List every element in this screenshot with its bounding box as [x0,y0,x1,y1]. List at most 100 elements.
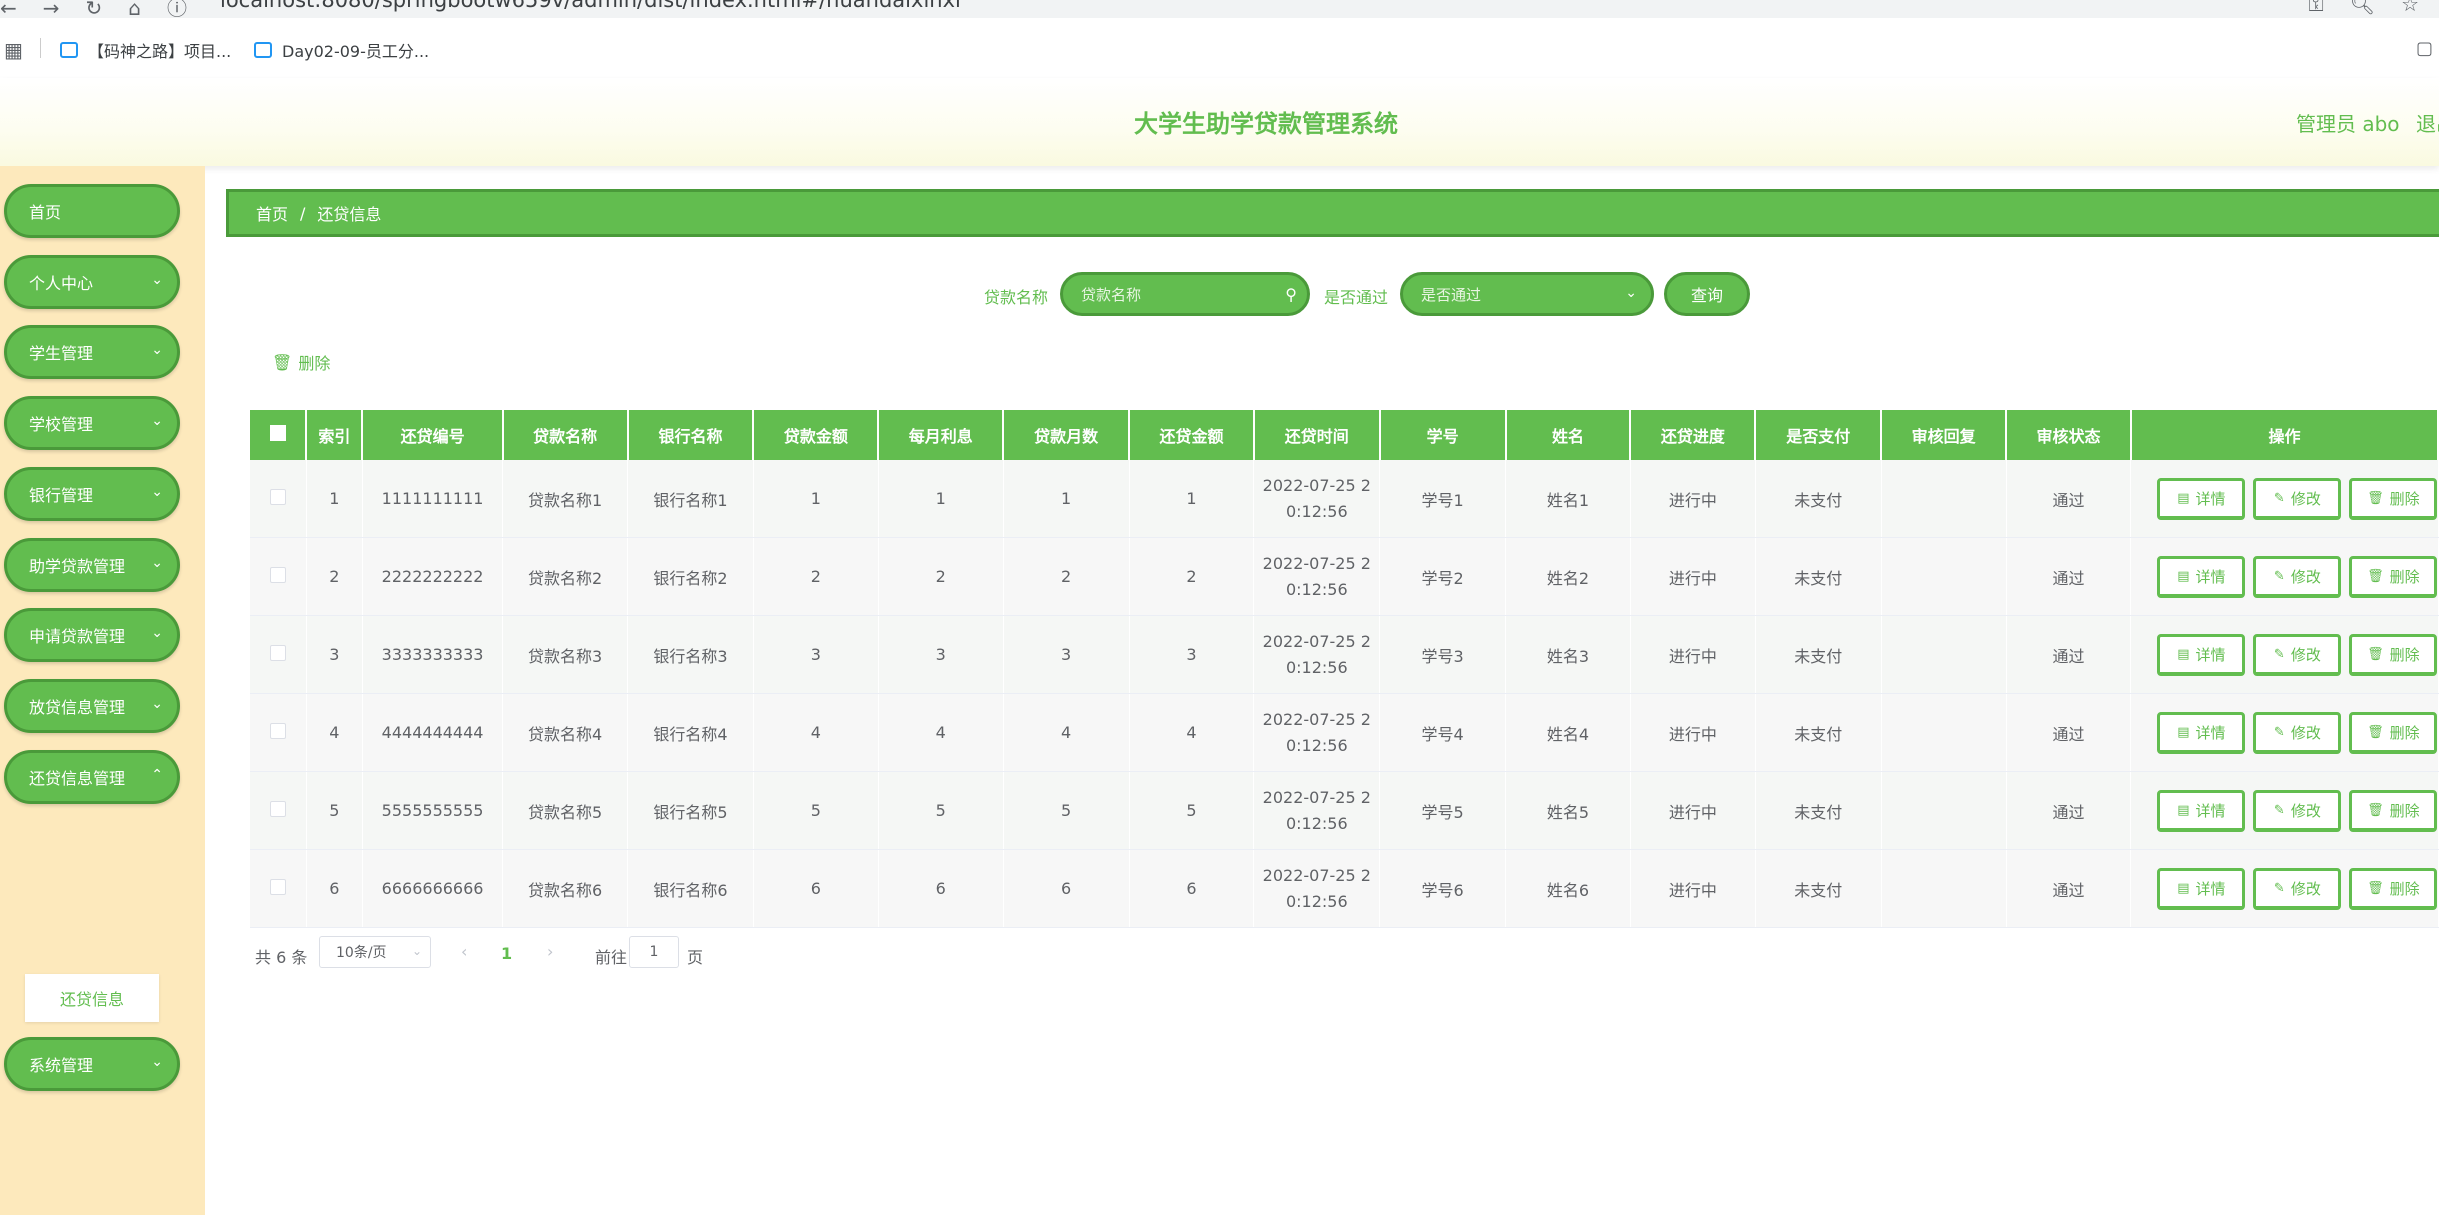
checkbox-icon[interactable] [269,722,286,739]
goto-label: 前往 [595,948,628,967]
edit-label: 修改 [2290,489,2321,508]
cell-repay-time: 2022-07-25 2 0:12:56 [1253,615,1381,694]
sidebar-item-students[interactable]: 学生管理 ⌄ [4,325,180,379]
key-icon[interactable]: ⚿ [2308,0,2323,16]
detail-button[interactable]: ▤ 详情 [2157,633,2246,676]
detail-button[interactable]: ▤ 详情 [2157,789,2246,832]
sidebar-item-personal[interactable]: 个人中心 ⌄ [4,255,180,309]
column-header: 审核状态 [2006,410,2132,460]
delete-button[interactable]: 🗑︎ 删除 [2349,711,2438,754]
delete-button[interactable]: 🗑︎ 删除 [2349,555,2438,598]
delete-button[interactable]: 🗑︎ 删除 [2349,633,2438,676]
prev-page-button[interactable]: ‹ [461,942,467,961]
approved-select[interactable]: 是否通过 ⌄ [1400,272,1654,316]
row-checkbox[interactable] [250,537,307,616]
detail-button[interactable]: ▤ 详情 [2157,477,2246,520]
reload-icon[interactable]: ↻ [86,0,103,20]
edit-button[interactable]: ✎ 修改 [2253,633,2342,676]
page-number[interactable]: 1 [501,944,512,963]
row-checkbox[interactable] [250,849,307,928]
cell-paid: 未支付 [1755,693,1882,772]
delete-button[interactable]: 🗑︎ 删除 [2349,789,2438,832]
forward-icon[interactable]: → [43,0,60,20]
checkbox-icon[interactable] [269,425,286,441]
breadcrumb-home[interactable]: 首页 [256,201,288,225]
edit-button[interactable]: ✎ 修改 [2253,477,2342,520]
checkbox-icon[interactable] [269,644,286,661]
row-checkbox[interactable] [250,693,307,772]
time-line: 0:12:56 [1285,735,1348,755]
detail-button[interactable]: ▤ 详情 [2157,555,2246,598]
checkbox-icon[interactable] [269,800,286,817]
checkbox-icon[interactable] [269,488,286,505]
checkbox-icon[interactable] [269,878,286,895]
sidebar-item-schools[interactable]: 学校管理 ⌄ [4,396,180,450]
trash-icon: 🗑︎ [2367,802,2384,818]
delete-button[interactable]: 🗑︎ 删除 [2349,477,2438,520]
cell-actions: ▤ 详情 ✎ 修改 🗑︎ 删除 [2130,693,2439,772]
loan-name-placeholder: 贷款名称 [1081,285,1142,304]
cell-student-no: 学号1 [1379,460,1507,538]
chevron-down-icon: ⌄ [151,413,163,429]
home-icon[interactable]: ⌂ [128,0,141,20]
bulk-delete-label: 删除 [298,354,331,373]
logout-link[interactable]: 退出登录 [2416,108,2439,137]
page-size-value: 10条/页 [336,945,387,961]
edit-label: 修改 [2290,723,2321,742]
detail-button[interactable]: ▤ 详情 [2157,711,2246,754]
sidebar-item-repayments[interactable]: 还贷信息管理 ⌃ [4,750,180,804]
cell-status: 通过 [2006,693,2132,772]
star-icon[interactable]: ☆ [2401,0,2419,16]
document-icon: ▤ [2177,646,2190,662]
bookmark-item[interactable]: 【码神之路】项目... [60,38,231,62]
loan-name-input[interactable]: 贷款名称 ⚲ [1060,272,1310,316]
sidebar-item-label: 还贷信息管理 [29,769,126,788]
edit-button[interactable]: ✎ 修改 [2253,555,2342,598]
cell-repay-amount: 4 [1129,693,1255,772]
detail-label: 详情 [2195,801,2226,820]
sidebar-item-student-loans[interactable]: 助学贷款管理 ⌄ [4,538,180,592]
sidebar-item-home[interactable]: 首页 [4,184,180,238]
sidebar-item-system[interactable]: 系统管理 ⌄ [4,1037,180,1091]
bulk-delete-button[interactable]: 🗑︎ 删除 [272,350,330,374]
sidebar-item-banks[interactable]: 银行管理 ⌄ [4,467,180,521]
cell-amount: 3 [753,615,879,694]
sidebar-item-disbursements[interactable]: 放贷信息管理 ⌄ [4,679,180,733]
app-header: 大学生助学贷款管理系统 管理员 abo 退出登录 [0,78,2439,166]
delete-label: 删除 [2389,489,2420,508]
edit-button[interactable]: ✎ 修改 [2253,789,2342,832]
sidebar-item-loan-applications[interactable]: 申请贷款管理 ⌄ [4,608,180,662]
cell-index: 1 [306,460,363,538]
bookmark-item[interactable]: Day02-09-员工分... [254,38,429,62]
cell-reply [1881,615,2007,694]
cell-loan-name: 贷款名称2 [502,537,629,616]
apps-grid-icon[interactable]: ▦ [4,38,23,62]
cell-name: 姓名3 [1505,615,1631,694]
zoom-icon[interactable]: 🔍︎ [2350,0,2375,16]
delete-button[interactable]: 🗑︎ 删除 [2349,867,2438,910]
edit-button[interactable]: ✎ 修改 [2253,867,2342,910]
column-header: 姓名 [1505,410,1632,460]
loan-name-label: 贷款名称 [984,288,1049,307]
edit-button[interactable]: ✎ 修改 [2253,711,2342,754]
row-checkbox[interactable] [250,460,307,538]
row-checkbox[interactable] [250,771,307,850]
checkbox-icon[interactable] [269,566,286,583]
time-line: 0:12:56 [1285,813,1348,833]
edit-label: 修改 [2290,801,2321,820]
submenu-item-repayment-info[interactable]: 还贷信息 [25,974,159,1022]
next-page-button[interactable]: › [547,942,553,961]
address-bar[interactable]: localhost:8080/springbootw659v/admin/dis… [220,0,961,12]
page-size-select[interactable]: 10条/页 ⌄ [319,936,431,968]
cell-repay-no: 1111111111 [362,460,504,538]
back-icon[interactable]: ← [0,0,17,20]
chevron-down-icon: ⌄ [151,484,163,500]
reading-list-icon[interactable]: ▢ [2416,38,2433,59]
goto-page-input[interactable]: 1 [629,936,679,968]
cell-loan-name: 贷款名称6 [502,849,629,928]
query-button[interactable]: 查询 [1664,272,1750,316]
select-all-checkbox[interactable] [250,410,308,460]
detail-button[interactable]: ▤ 详情 [2157,867,2246,910]
cell-repay-no: 6666666666 [362,849,504,928]
row-checkbox[interactable] [250,615,307,694]
